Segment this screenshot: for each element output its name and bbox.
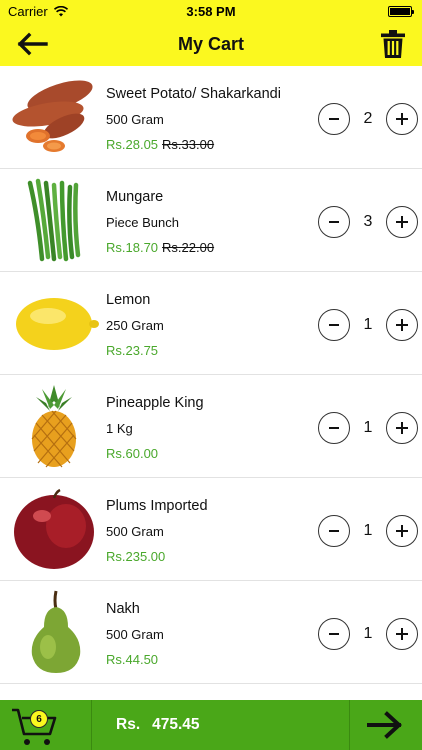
page-title: My Cart [177,33,244,54]
item-name: Pineapple King [106,395,204,411]
decrement-button[interactable] [318,515,350,547]
increment-button[interactable] [386,206,418,238]
nav-bar: My Cart [0,22,422,66]
item-name: Lemon [106,292,151,308]
total-currency-label: Rs. [116,716,141,733]
minus-icon [329,324,339,326]
increment-button[interactable] [386,412,418,444]
minus-icon [329,221,339,223]
wifi-icon [53,5,68,16]
arrow-right-icon [367,711,402,739]
original-price: Rs.22.00 [162,240,215,255]
battery-icon [388,5,414,17]
quantity-value: 1 [363,625,373,642]
decrement-button[interactable] [318,412,350,444]
quantity-value: 1 [363,522,373,539]
item-name: Plums Imported [106,498,208,514]
quantity-value: 1 [363,316,373,333]
item-price: Rs.60.00 [106,446,158,461]
decrement-button[interactable] [318,103,350,135]
cart-list: Sweet Potato/ Shakarkandi 500 Gram Rs.28… [0,66,422,700]
cart-total: Rs. 475.45 [92,700,350,750]
item-unit: 500 Gram [106,112,164,127]
sale-price: Rs.28.05 [106,137,159,152]
minus-icon [329,633,339,635]
decrement-button[interactable] [318,618,350,650]
status-bar: Carrier 3:58 PM [0,0,422,22]
cart-item: Nakh 500 Gram Rs.44.50 1 [0,581,422,684]
cart-item: Mungare Piece Bunch Rs.18.70 Rs.22.00 3 [0,169,422,272]
sale-price: Rs.18.70 [106,240,159,255]
item-name: Nakh [106,601,140,617]
decrement-button[interactable] [318,309,350,341]
item-name: Mungare [106,189,164,205]
plus-icon [396,216,408,228]
original-price: Rs.33.00 [162,137,215,152]
total-amount: 475.45 [152,716,200,733]
cart-item: Pineapple King 1 Kg Rs.60.00 1 [0,375,422,478]
pear-image [8,589,100,675]
back-button[interactable] [14,28,50,60]
item-price: Rs.18.70 Rs.22.00 [106,240,214,255]
quantity-value: 3 [363,213,373,230]
cart-item: Lemon 250 Gram Rs.23.75 1 [0,272,422,375]
plus-icon [396,422,408,434]
quantity-value: 1 [363,419,373,436]
increment-button[interactable] [386,103,418,135]
pineapple-image [8,383,100,469]
lemon-image [8,280,100,366]
carrier-label: Carrier [8,3,48,19]
increment-button[interactable] [386,618,418,650]
shopping-cart-icon [12,708,57,745]
item-unit: 250 Gram [106,318,164,333]
decrement-button[interactable] [318,206,350,238]
item-price: Rs.44.50 [106,652,158,667]
minus-icon [329,427,339,429]
cart-button[interactable]: 6 [0,700,92,750]
quantity-stepper: 1 [318,617,418,651]
proceed-button[interactable] [350,700,422,750]
minus-icon [329,118,339,120]
sale-price: Rs.44.50 [106,652,159,667]
item-price: Rs.28.05 Rs.33.00 [106,137,214,152]
plus-icon [396,628,408,640]
cart-item: Sweet Potato/ Shakarkandi 500 Gram Rs.28… [0,66,422,169]
minus-icon [329,530,339,532]
quantity-value: 2 [363,110,373,127]
plus-icon [396,113,408,125]
clear-cart-button[interactable] [378,27,408,61]
increment-button[interactable] [386,515,418,547]
plus-icon [396,525,408,537]
quantity-stepper: 2 [318,102,418,136]
green-beans-image [8,177,100,263]
item-name: Sweet Potato/ Shakarkandi [106,86,281,102]
quantity-stepper: 1 [318,308,418,342]
item-price: Rs.235.00 [106,549,165,564]
item-unit: 500 Gram [106,627,164,642]
quantity-stepper: 3 [318,205,418,239]
arrow-left-icon [17,32,48,56]
increment-button[interactable] [386,309,418,341]
plus-icon [396,319,408,331]
carrier-info: Carrier [8,4,68,19]
item-unit: 500 Gram [106,524,164,539]
quantity-stepper: 1 [318,514,418,548]
sale-price: Rs.235.00 [106,549,166,564]
item-price: Rs.23.75 [106,343,158,358]
checkout-bar: 6 Rs. 475.45 [0,700,422,750]
cart-item: Plums Imported 500 Gram Rs.235.00 1 [0,478,422,581]
trash-icon [381,30,405,58]
sale-price: Rs.23.75 [106,343,159,358]
item-unit: 1 Kg [106,421,133,436]
sale-price: Rs.60.00 [106,446,159,461]
quantity-stepper: 1 [318,411,418,445]
cart-count-badge: 6 [30,710,48,728]
item-unit: Piece Bunch [106,215,179,230]
plum-image [8,486,100,572]
sweet-potato-image [8,74,100,160]
